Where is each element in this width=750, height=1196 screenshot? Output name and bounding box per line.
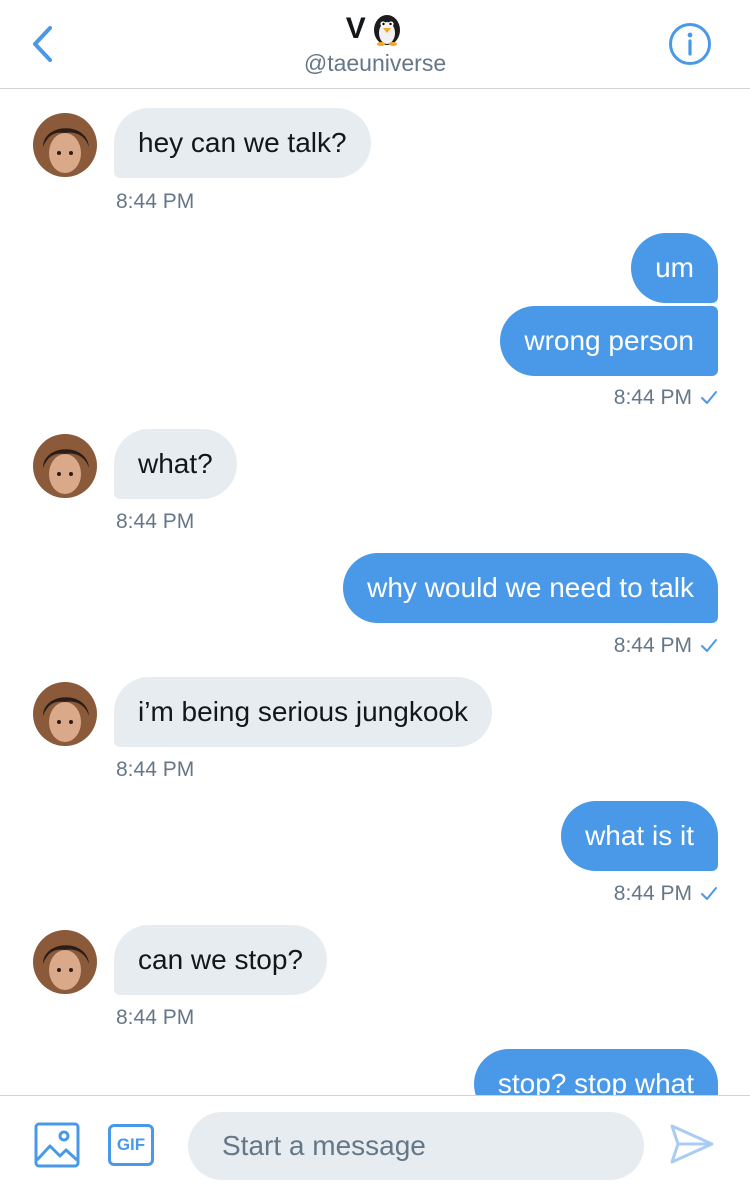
message-bubble-outgoing[interactable]: um (631, 233, 718, 303)
contact-handle: @taeuniverse (303, 50, 447, 76)
message-timestamp: 8:44 PM (116, 510, 195, 533)
gif-button[interactable]: GIF (108, 1124, 154, 1166)
avatar-photo (33, 930, 97, 994)
message-bubble-incoming[interactable]: i’m being serious jungkook (114, 677, 492, 747)
conversation-header: V @taeuniverse (0, 0, 750, 89)
message-timestamp: 8:44 PM (614, 386, 718, 410)
message-bubble-incoming[interactable]: what? (114, 429, 237, 499)
message-input[interactable] (188, 1112, 644, 1180)
message-bubble-outgoing[interactable]: stop? stop what (473, 1049, 718, 1095)
contact-name: V (345, 12, 367, 45)
message-timestamp: 8:44 PM (116, 1006, 195, 1029)
message-timestamp: 8:44 PM (116, 758, 195, 781)
image-icon (34, 1122, 80, 1168)
avatar[interactable] (33, 930, 97, 994)
message-time: 8:44 PM (613, 386, 692, 409)
penguin-emoji-icon (374, 15, 401, 46)
avatar[interactable] (33, 113, 97, 177)
avatar-photo (33, 434, 97, 498)
send-button[interactable] (668, 1120, 716, 1168)
message-bubble-incoming[interactable]: can we stop? (114, 925, 327, 995)
message-bubble-outgoing[interactable]: what is it (561, 801, 718, 871)
add-photo-button[interactable] (34, 1122, 80, 1168)
message-timestamp: 8:44 PM (116, 190, 195, 213)
info-icon (669, 23, 711, 65)
message-bubble-outgoing[interactable]: why would we need to talk (343, 553, 718, 623)
message-bubble-incoming[interactable]: hey can we talk? (114, 108, 371, 178)
dm-screen: V @taeuniverse hey can we talk? 8:44 PM … (0, 0, 750, 1196)
read-check-icon (701, 887, 717, 900)
conversation-info-button[interactable] (668, 22, 712, 66)
conversation-title[interactable]: V @taeuniverse (0, 10, 750, 77)
message-timestamp: 8:44 PM (614, 882, 718, 906)
message-time: 8:44 PM (613, 634, 692, 657)
avatar-photo (33, 113, 97, 177)
avatar[interactable] (33, 682, 97, 746)
message-bubble-outgoing[interactable]: wrong person (500, 306, 718, 376)
message-timestamp: 8:44 PM (614, 634, 718, 658)
read-check-icon (701, 639, 717, 652)
message-list[interactable]: hey can we talk? 8:44 PM um wrong person… (0, 89, 750, 1095)
message-composer: GIF (0, 1095, 750, 1196)
avatar[interactable] (33, 434, 97, 498)
read-check-icon (701, 391, 717, 404)
message-time: 8:44 PM (613, 882, 692, 905)
avatar-photo (33, 682, 97, 746)
send-icon (670, 1124, 714, 1164)
